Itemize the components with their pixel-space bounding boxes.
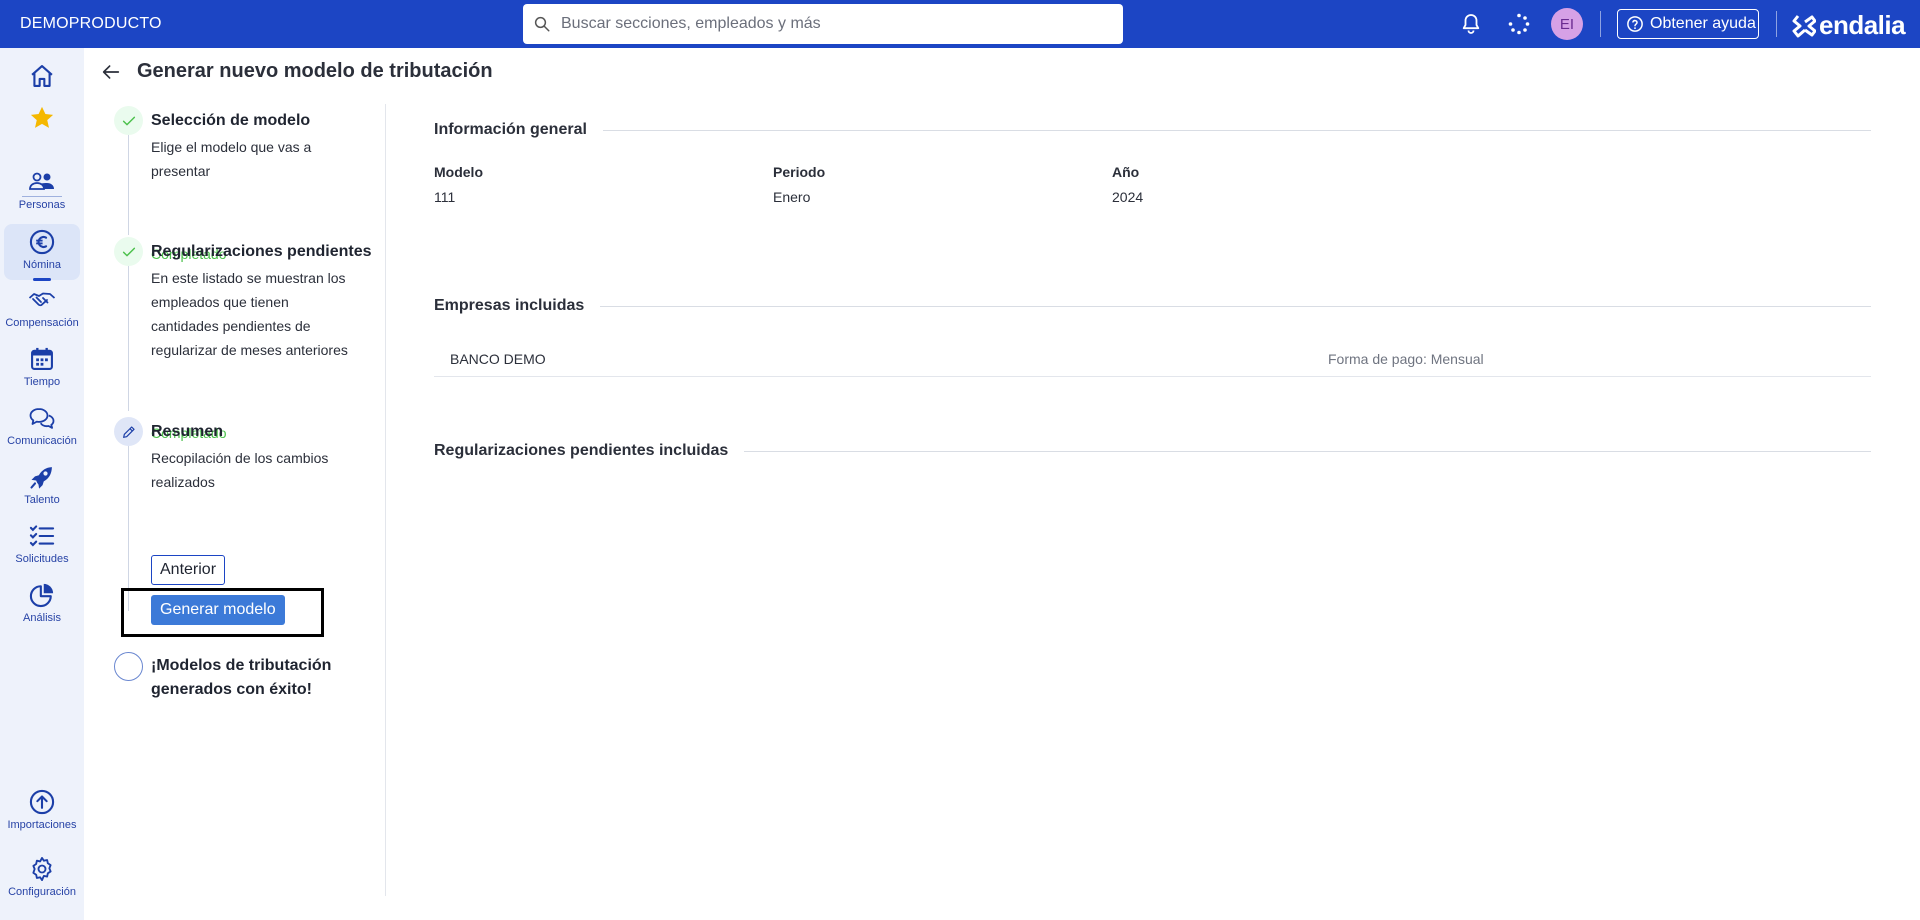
step-connector xyxy=(128,266,129,411)
field-value: 111 xyxy=(434,189,456,205)
page-header: Generar nuevo modelo de tributación xyxy=(100,60,493,83)
divider xyxy=(1776,11,1777,37)
gear-icon xyxy=(32,856,52,882)
euro-icon xyxy=(29,229,55,255)
bell-icon[interactable] xyxy=(1459,12,1483,36)
field-label: Periodo xyxy=(773,164,826,180)
field-anio: Año 2024 xyxy=(1112,164,1143,205)
calendar-icon xyxy=(31,347,53,370)
pie-chart-icon xyxy=(29,583,54,608)
search-box[interactable] xyxy=(523,4,1123,44)
section-title: Información general xyxy=(434,121,587,138)
main-content: Generar nuevo modelo de tributación Sele… xyxy=(84,48,1920,920)
home-icon xyxy=(31,65,53,87)
step-1-title: Selección de modelo xyxy=(151,112,311,129)
step-1-description: Elige el modelo que vas a presentar xyxy=(151,139,312,179)
logo-text: endalia xyxy=(1819,10,1906,40)
divider xyxy=(600,305,1871,307)
question-icon xyxy=(1627,16,1643,32)
people-icon xyxy=(29,172,54,190)
sidebar-item-compensacion[interactable]: Compensación xyxy=(4,282,80,338)
generate-model-button[interactable]: Generar modelo xyxy=(151,595,285,625)
step-connector xyxy=(128,446,129,611)
field-label: Año xyxy=(1112,164,1140,180)
rocket-icon xyxy=(30,467,52,489)
field-label: Modelo xyxy=(434,164,483,180)
search-icon xyxy=(534,16,550,32)
sidebar-item-label: Compensación xyxy=(5,317,79,329)
step-2-description: En este listado se muestran los empleado… xyxy=(151,270,348,358)
pencil-icon xyxy=(122,425,135,438)
divider xyxy=(1600,11,1601,37)
help-button[interactable]: Obtener ayuda xyxy=(1617,9,1759,39)
step-2-done-indicator xyxy=(114,237,143,266)
field-value: Enero xyxy=(773,189,811,205)
step-4-pending-indicator xyxy=(114,652,143,681)
step-3-description: Recopilación de los cambios realizados xyxy=(151,450,329,490)
help-button-label: Obtener ayuda xyxy=(1650,15,1756,32)
companies-header: Empresas incluidas xyxy=(434,297,1871,315)
sidebar-item-label: Importaciones xyxy=(7,819,77,831)
chat-icon xyxy=(29,408,55,429)
previous-button[interactable]: Anterior xyxy=(151,555,226,585)
company-name[interactable]: DEMOPRODUCTO xyxy=(20,15,162,33)
step-3-title: Resumen xyxy=(151,423,224,440)
top-bar: DEMOPRODUCTO EI Obtener ayuda endalia xyxy=(0,0,1920,48)
field-periodo: Periodo Enero xyxy=(773,164,825,205)
sidebar-item-importaciones[interactable]: Importaciones xyxy=(4,784,80,840)
sidebar-item-comunicacion[interactable]: Comunicación xyxy=(4,400,80,456)
endalia-logo-icon xyxy=(1792,14,1816,37)
page-title: Generar nuevo modelo de tributación xyxy=(137,60,493,82)
sidebar: Personas Nómina Compensación Tiempo Comu… xyxy=(0,48,84,920)
user-avatar[interactable]: EI xyxy=(1551,8,1583,40)
sidebar-item-label: Comunicación xyxy=(7,435,77,447)
step-4-title: ¡Modelos de tributación generados con éx… xyxy=(151,657,332,698)
sidebar-item-label: Análisis xyxy=(23,612,61,624)
check-icon xyxy=(122,247,135,256)
company-name-cell: BANCO DEMO xyxy=(450,351,546,367)
company-row: BANCO DEMO Forma de pago: Mensual xyxy=(434,342,1871,377)
sidebar-item-talento[interactable]: Talento xyxy=(4,459,80,515)
sidebar-item-favorites[interactable] xyxy=(4,100,80,156)
upload-icon xyxy=(29,789,55,815)
loading-spinner-icon xyxy=(1508,13,1530,35)
sidebar-item-label: Personas xyxy=(18,199,66,211)
sidebar-item-label: Nómina xyxy=(23,259,61,271)
sidebar-item-tiempo[interactable]: Tiempo xyxy=(4,341,80,397)
sidebar-item-label: Solicitudes xyxy=(15,553,69,565)
sidebar-item-label: Configuración xyxy=(8,886,76,898)
payment-method-cell: Forma de pago: Mensual xyxy=(1328,351,1484,367)
sidebar-item-analisis[interactable]: Análisis xyxy=(4,577,80,633)
check-icon xyxy=(122,116,135,125)
step-3-current-indicator xyxy=(114,417,143,446)
sidebar-item-configuracion[interactable]: Configuración xyxy=(4,851,80,907)
divider xyxy=(602,129,1871,131)
handshake-icon xyxy=(28,292,56,307)
field-modelo: Modelo 111 xyxy=(434,164,483,205)
back-arrow-icon[interactable] xyxy=(100,61,122,83)
section-title: Regularizaciones pendientes incluidas xyxy=(434,442,729,459)
sidebar-item-label: Talento xyxy=(24,494,60,506)
sidebar-item-personas[interactable]: Personas xyxy=(4,164,80,220)
stepper: Selección de modelo Elige el modelo que … xyxy=(84,104,386,896)
divider xyxy=(744,450,1871,452)
regularizations-header: Regularizaciones pendientes incluidas xyxy=(434,442,1871,460)
step-1-done-indicator xyxy=(114,106,143,135)
sidebar-item-label: Tiempo xyxy=(23,376,61,388)
checklist-icon xyxy=(29,525,55,547)
search-input[interactable] xyxy=(561,6,1123,42)
section-title: Empresas incluidas xyxy=(434,297,585,314)
sidebar-item-nomina[interactable]: Nómina xyxy=(4,224,80,281)
field-value: 2024 xyxy=(1112,189,1144,205)
step-connector xyxy=(128,135,129,235)
general-info-header: Información general xyxy=(434,121,1871,139)
star-icon xyxy=(30,106,54,128)
active-indicator xyxy=(33,278,51,281)
sidebar-item-solicitudes[interactable]: Solicitudes xyxy=(4,518,80,574)
step-2-title: Regularizaciones pendientes xyxy=(151,243,372,260)
endalia-logo[interactable]: endalia xyxy=(1792,10,1906,41)
